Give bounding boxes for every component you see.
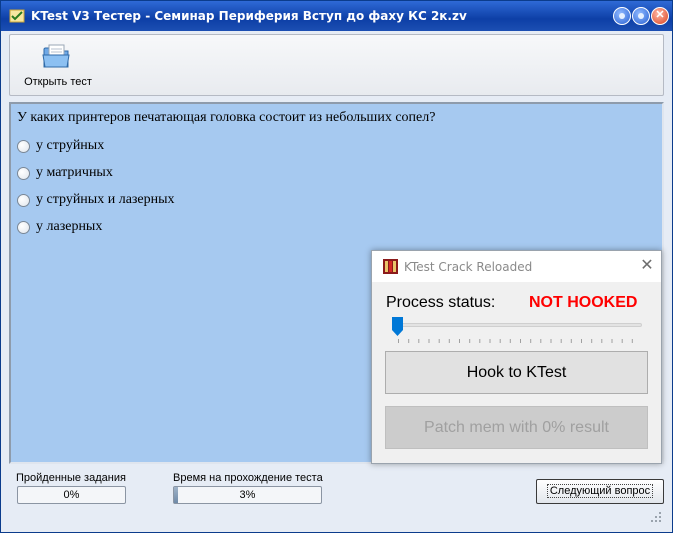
maximize-button[interactable]	[632, 7, 650, 25]
slider-tick	[418, 339, 420, 343]
slider-tick	[621, 339, 623, 343]
title-bar[interactable]: KTest V3 Тестер - Семинар Периферия Всту…	[1, 1, 672, 31]
answer-label: у струйных	[36, 138, 105, 153]
slider-tick	[611, 339, 613, 343]
slider-tick	[499, 339, 501, 343]
time-label: Время на прохождение теста	[173, 472, 323, 484]
slider-tick	[428, 339, 430, 343]
time-progress-text: 3%	[239, 489, 256, 501]
radio-button[interactable]	[17, 167, 30, 180]
time-progress-bar: 3%	[173, 486, 322, 504]
radio-button[interactable]	[17, 140, 30, 153]
open-test-label: Открыть тест	[24, 76, 92, 88]
resize-grip-icon[interactable]	[650, 511, 662, 523]
patch-memory-button[interactable]: Patch mem with 0% result	[385, 406, 648, 449]
slider-tick	[459, 339, 460, 343]
answer-label: у лазерных	[36, 219, 103, 234]
completed-progress-text: 0%	[63, 489, 80, 501]
radio-button[interactable]	[17, 194, 30, 207]
completed-progress-bar: 0%	[17, 486, 126, 504]
slider-tick	[479, 339, 481, 343]
minimize-icon	[619, 13, 625, 19]
slider-tick	[489, 339, 491, 343]
radio-button[interactable]	[17, 221, 30, 234]
open-test-button[interactable]: Открыть тест	[14, 39, 96, 93]
question-text: У каких принтеров печатающая головка сос…	[17, 110, 436, 125]
slider-tick	[469, 339, 471, 343]
toolbar: Открыть тест	[9, 34, 664, 96]
slider-tick	[438, 339, 440, 343]
slider-tick	[550, 339, 552, 343]
slider-tick	[631, 339, 633, 343]
next-question-button[interactable]: Следующий вопрос	[536, 479, 664, 504]
maximize-icon	[638, 13, 644, 19]
slider-tick	[560, 339, 562, 343]
slider-ticks	[398, 339, 633, 343]
slider-tick	[601, 339, 603, 343]
process-status-value: NOT HOOKED	[529, 294, 638, 311]
minimize-button[interactable]	[613, 7, 631, 25]
dialog-title-bar[interactable]: KTest Crack Reloaded ✕	[372, 251, 661, 282]
completed-tasks-label: Пройденные задания	[16, 472, 126, 484]
slider-tick	[581, 339, 582, 343]
slider-track[interactable]	[392, 323, 642, 327]
crack-dialog: KTest Crack Reloaded ✕ Process status: N…	[371, 250, 662, 464]
answer-label: у матричных	[36, 165, 113, 180]
window-title: KTest V3 Тестер - Семинар Периферия Всту…	[31, 9, 467, 23]
slider-tick	[398, 339, 399, 343]
slider-tick	[530, 339, 532, 343]
slider-tick	[448, 339, 450, 343]
hook-button[interactable]: Hook to KTest	[385, 351, 648, 394]
app-icon	[383, 259, 398, 274]
slider-tick	[591, 339, 593, 343]
slider-thumb[interactable]	[392, 317, 403, 336]
status-area: Пройденные задания 0% Время на прохожден…	[9, 467, 664, 527]
answer-label: у струйных и лазерных	[36, 192, 175, 207]
slider-tick	[509, 339, 511, 343]
close-icon[interactable]: ✕	[639, 257, 655, 275]
slider-tick	[408, 339, 410, 343]
app-icon	[9, 9, 25, 23]
slider-tick	[540, 339, 542, 343]
folder-open-icon	[42, 44, 70, 68]
next-question-label: Следующий вопрос	[546, 484, 654, 498]
close-button[interactable]: ✕	[651, 7, 669, 25]
slider-tick	[520, 339, 521, 343]
process-status-label: Process status:	[386, 294, 496, 311]
slider-tick	[570, 339, 572, 343]
dialog-title: KTest Crack Reloaded	[404, 260, 533, 274]
